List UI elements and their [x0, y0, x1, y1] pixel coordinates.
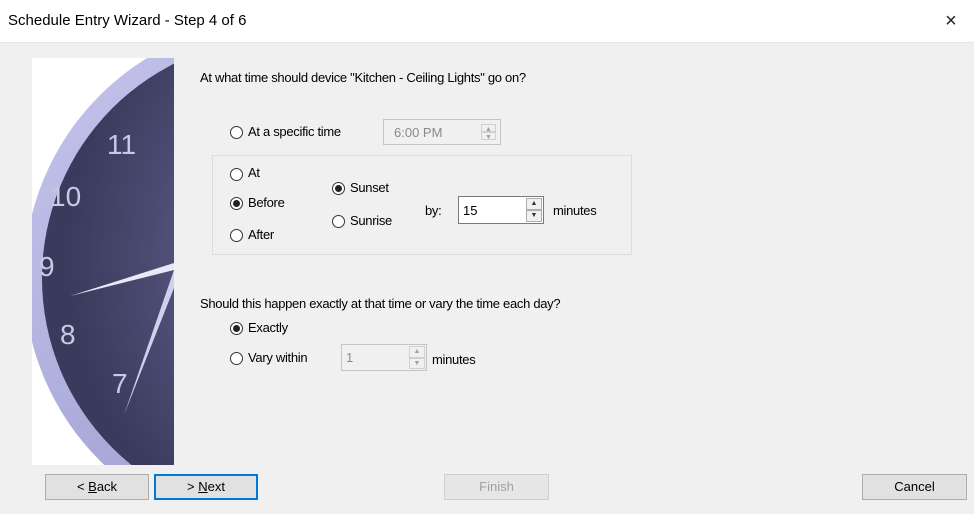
- finish-button[interactable]: Finish: [444, 474, 549, 500]
- specific-time-radio[interactable]: [230, 126, 243, 139]
- cancel-button[interactable]: Cancel: [862, 474, 967, 500]
- after-radio[interactable]: [230, 229, 243, 242]
- sunset-label[interactable]: Sunset: [350, 180, 389, 195]
- back-accel: B: [88, 479, 97, 494]
- clock-image: 11 10 9 8 7: [32, 58, 174, 465]
- close-icon[interactable]: ×: [928, 0, 974, 42]
- after-label[interactable]: After: [248, 227, 274, 242]
- offset-spinner[interactable]: 15 ▲ ▼: [458, 196, 544, 224]
- next-rest: ext: [207, 479, 225, 494]
- vary-within-radio[interactable]: [230, 352, 243, 365]
- exactly-label[interactable]: Exactly: [248, 320, 288, 335]
- before-radio[interactable]: [230, 197, 243, 210]
- specific-time-label[interactable]: At a specific time: [248, 124, 341, 139]
- at-label[interactable]: At: [248, 165, 260, 180]
- spin-down-icon[interactable]: ▼: [526, 210, 542, 222]
- sunrise-label[interactable]: Sunrise: [350, 213, 392, 228]
- spin-up-icon[interactable]: ▲: [409, 346, 425, 358]
- back-prefix: <: [76, 479, 89, 494]
- before-label[interactable]: Before: [248, 195, 285, 210]
- window-title: Schedule Entry Wizard - Step 4 of 6: [8, 12, 247, 29]
- spin-down-icon[interactable]: ▼: [481, 132, 496, 141]
- spin-down-icon[interactable]: ▼: [409, 357, 425, 369]
- offset-minutes-label: minutes: [553, 203, 597, 218]
- spin-up-icon[interactable]: ▲: [481, 124, 496, 133]
- next-prefix: >: [187, 479, 199, 494]
- clock-illustration: 11 10 9 8 7: [32, 58, 174, 465]
- vary-within-label[interactable]: Vary within: [248, 350, 308, 365]
- clock-number-9: 9: [39, 251, 55, 282]
- back-rest: ack: [96, 479, 118, 494]
- question-on-time: At what time should device "Kitchen - Ce…: [200, 70, 526, 85]
- vary-minutes-label: minutes: [432, 352, 476, 367]
- title-bar: Schedule Entry Wizard - Step 4 of 6 ×: [0, 0, 974, 43]
- sunset-radio[interactable]: [332, 182, 345, 195]
- sunrise-radio[interactable]: [332, 215, 345, 228]
- specific-time-spinner[interactable]: 6:00 PM ▲ ▼: [383, 119, 501, 145]
- clock-number-7: 7: [112, 368, 128, 399]
- clock-number-11: 11: [107, 129, 136, 160]
- vary-spinner[interactable]: 1 ▲ ▼: [341, 344, 427, 371]
- next-accel: N: [198, 479, 208, 494]
- exactly-radio[interactable]: [230, 322, 243, 335]
- by-label: by:: [425, 203, 442, 218]
- vary-value[interactable]: 1: [346, 350, 353, 365]
- next-button[interactable]: > Next: [154, 474, 258, 500]
- question-variation: Should this happen exactly at that time …: [200, 296, 561, 311]
- clock-number-10: 10: [50, 181, 81, 212]
- back-button[interactable]: < Back: [45, 474, 149, 500]
- spin-up-icon[interactable]: ▲: [526, 198, 542, 210]
- specific-time-value[interactable]: 6:00 PM: [394, 125, 442, 140]
- offset-value[interactable]: 15: [463, 203, 477, 218]
- clock-number-8: 8: [60, 319, 76, 350]
- at-radio[interactable]: [230, 168, 243, 181]
